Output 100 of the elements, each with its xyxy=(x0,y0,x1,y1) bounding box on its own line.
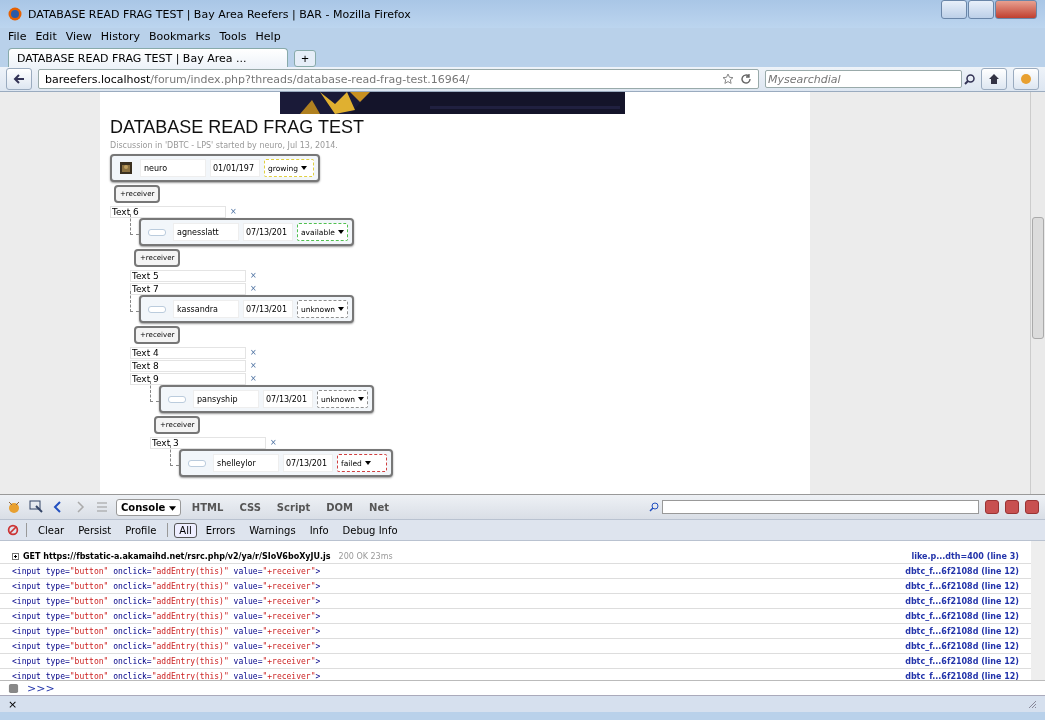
name-field[interactable]: shelleylor xyxy=(213,454,279,472)
text-field[interactable]: Text 6 xyxy=(110,205,226,218)
browser-tab[interactable]: DATABASE READ FRAG TEST | Bay Area ... xyxy=(8,48,288,67)
source-link[interactable]: like.p...dth=400 (line 3) xyxy=(911,551,1019,561)
menu-item[interactable]: View xyxy=(65,30,92,43)
name-field[interactable]: neuro xyxy=(140,159,206,177)
scrollbar-thumb[interactable] xyxy=(1032,217,1044,339)
menu-item[interactable]: Help xyxy=(255,30,281,43)
remove-link[interactable]: × xyxy=(250,361,257,370)
log-message: <input type="button" onclick="addEntry(this)" value="+receiver"> xyxy=(12,581,321,591)
address-field[interactable]: bareefers.localhost/forum/index.php?threads/database-read-frag-test.16964/ xyxy=(38,69,759,89)
search-icon xyxy=(649,502,659,512)
command-prompt[interactable]: >>> xyxy=(27,681,55,695)
search-icon[interactable] xyxy=(964,73,975,85)
caret-icon xyxy=(337,230,344,234)
filter-tab[interactable]: Errors xyxy=(200,522,241,538)
house-icon xyxy=(988,73,1000,85)
resize-grip-icon[interactable] xyxy=(1027,699,1037,709)
panel-tab[interactable]: Net xyxy=(364,498,394,516)
name-field[interactable]: agnesslatt xyxy=(173,223,239,241)
toolbar-button[interactable]: Profile xyxy=(120,522,162,538)
log-message: <input type="button" onclick="addEntry(this)" value="+receiver"> xyxy=(12,641,321,651)
panel-tab[interactable]: HTML xyxy=(186,498,229,516)
close-link[interactable]: × xyxy=(8,697,18,711)
menu-item[interactable]: Tools xyxy=(219,30,247,43)
remove-link[interactable]: × xyxy=(230,207,237,216)
log-message: <input type="button" onclick="addEntry(this)" value="+receiver"> xyxy=(12,596,321,606)
extension-button[interactable] xyxy=(1013,68,1039,90)
new-tab-button[interactable]: + xyxy=(294,50,316,67)
source-link[interactable]: dbtc_f...6f2108d (line 12) xyxy=(905,626,1019,636)
source-link[interactable]: dbtc_f...6f2108d (line 12) xyxy=(905,671,1019,680)
source-link[interactable]: dbtc_f...6f2108d (line 12) xyxy=(905,596,1019,606)
text-field[interactable]: Text 4 xyxy=(130,346,246,359)
home-button[interactable] xyxy=(981,68,1007,90)
filter-tab[interactable]: Warnings xyxy=(244,522,301,538)
console-tab[interactable]: Console xyxy=(116,498,181,516)
back-arrow-icon xyxy=(13,73,25,85)
caret-icon xyxy=(338,307,345,311)
search-field[interactable] xyxy=(662,500,979,514)
toolbar-button[interactable]: Clear xyxy=(33,522,70,538)
avatar-placeholder xyxy=(148,228,166,236)
date-field[interactable]: 07/13/201 xyxy=(263,390,313,408)
source-link[interactable]: dbtc_f...6f2108d (line 12) xyxy=(905,611,1019,621)
remove-link[interactable]: × xyxy=(250,374,257,383)
caret-icon xyxy=(364,461,371,465)
remove-link[interactable]: × xyxy=(270,438,277,447)
reload-icon[interactable] xyxy=(740,73,752,85)
panel-tab[interactable]: CSS xyxy=(234,498,266,516)
source-link[interactable]: dbtc_f...6f2108d (line 12) xyxy=(905,656,1019,666)
minimize-button[interactable] xyxy=(985,500,999,514)
thread-meta: Discussion in 'DBTC - LPS' started by neuro, Jul 13, 2014. xyxy=(110,141,338,150)
close-button[interactable] xyxy=(1025,500,1039,514)
menu-item[interactable]: Bookmarks xyxy=(149,30,211,43)
inspect-icon[interactable] xyxy=(28,499,44,515)
menu-item[interactable]: Edit xyxy=(35,30,57,43)
log-message: <input type="button" onclick="addEntry(this)" value="+receiver"> xyxy=(12,671,321,680)
menu-item[interactable]: File xyxy=(8,30,27,43)
thread-title: DATABASE READ FRAG TEST xyxy=(110,117,366,138)
name-field[interactable]: kassandra xyxy=(173,300,239,318)
text-field[interactable]: Text 8 xyxy=(130,359,246,372)
close-button[interactable] xyxy=(995,0,1037,19)
avatar-placeholder xyxy=(148,305,166,313)
request-url[interactable]: GET https://fbstatic-a.akamaihd.net/rsrc.php/v2/ya/r/SIoV6boXyJU.js xyxy=(23,551,331,561)
text-field[interactable]: Text 9 xyxy=(130,372,246,385)
date-field[interactable]: 01/01/197 xyxy=(210,159,260,177)
maximize-button[interactable] xyxy=(968,0,994,19)
back-button[interactable] xyxy=(6,68,32,90)
bookmark-star-icon[interactable] xyxy=(722,73,734,85)
source-link[interactable]: dbtc_f...6f2108d (line 12) xyxy=(905,566,1019,576)
remove-link[interactable]: × xyxy=(250,284,257,293)
source-link[interactable]: dbtc_f...6f2108d (line 12) xyxy=(905,641,1019,651)
search-field[interactable]: Mysearchdial xyxy=(765,70,962,88)
caret-icon xyxy=(168,505,176,511)
date-field[interactable]: 07/13/201 xyxy=(283,454,333,472)
minimize-button[interactable] xyxy=(941,0,967,19)
remove-link[interactable]: × xyxy=(250,271,257,280)
detach-button[interactable] xyxy=(1005,500,1019,514)
date-field[interactable]: 07/13/201 xyxy=(243,223,293,241)
command-icon[interactable] xyxy=(8,682,19,694)
panel-tab[interactable]: DOM xyxy=(321,498,359,516)
source-link[interactable]: dbtc_f...6f2108d (line 12) xyxy=(905,581,1019,591)
date-field[interactable]: 07/13/201 xyxy=(243,300,293,318)
filter-tab[interactable]: Debug Info xyxy=(337,522,403,538)
window-title: DATABASE READ FRAG TEST | Bay Area Reefers | BAR - Mozilla Firefox xyxy=(28,7,412,21)
panel-tab[interactable]: Script xyxy=(271,498,316,516)
avatar-placeholder xyxy=(188,459,206,467)
log-message: <input type="button" onclick="addEntry(this)" value="+receiver"> xyxy=(12,566,321,576)
filter-tab[interactable]: All xyxy=(174,522,197,538)
remove-link[interactable]: × xyxy=(250,348,257,357)
menu-item[interactable]: History xyxy=(100,30,140,43)
text-field[interactable]: Text 3 xyxy=(150,436,266,449)
request-status: 200 OK 23ms xyxy=(338,551,393,561)
clear-console-icon[interactable] xyxy=(6,523,20,537)
log-message: <input type="button" onclick="addEntry(this)" value="+receiver"> xyxy=(12,626,321,636)
filter-tab[interactable]: Info xyxy=(304,522,334,538)
text-field[interactable]: Text 7 xyxy=(130,282,246,295)
text-field[interactable]: Text 5 xyxy=(130,269,246,282)
name-field[interactable]: pansyship xyxy=(193,390,259,408)
toolbar-button[interactable]: Persist xyxy=(73,522,117,538)
expand-icon[interactable] xyxy=(12,552,19,560)
